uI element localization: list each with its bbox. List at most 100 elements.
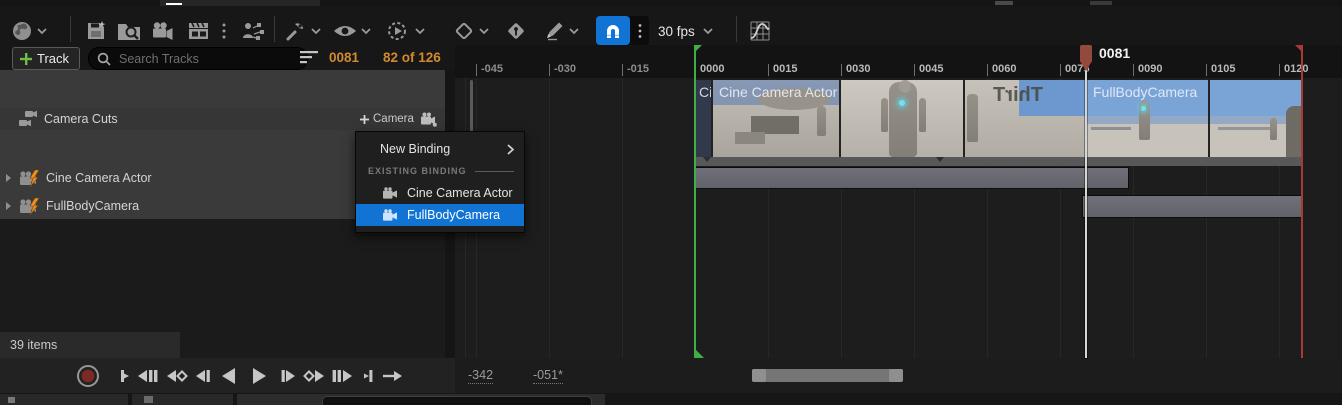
fullbodycamera-section[interactable] bbox=[1082, 195, 1303, 218]
scrollbar-left-cap[interactable] bbox=[752, 369, 766, 382]
expand-caret-icon[interactable] bbox=[6, 202, 11, 210]
camera-cuts-section-bar[interactable] bbox=[696, 157, 1302, 166]
camera-icon bbox=[382, 187, 399, 200]
end-marker-flag bbox=[1295, 45, 1301, 51]
playback-options-icon[interactable] bbox=[386, 19, 425, 43]
items-count-tab: 39 items bbox=[0, 332, 180, 358]
fps-dropdown[interactable]: 30 fps bbox=[658, 19, 713, 43]
curve-editor-icon[interactable] bbox=[748, 19, 772, 43]
scene-cylinder bbox=[1286, 106, 1302, 157]
robot-arm bbox=[919, 98, 926, 132]
step-forward-button[interactable] bbox=[279, 362, 297, 390]
add-track-button[interactable]: Track bbox=[12, 47, 80, 70]
track-label: FullBodyCamera bbox=[46, 199, 139, 213]
auto-key-icon[interactable] bbox=[504, 19, 528, 43]
items-count-bar: 39 items bbox=[0, 330, 445, 358]
timeline-ruler[interactable]: -045 -030 -015 0000 0015 0030 0045 0060 … bbox=[455, 45, 1342, 78]
add-camera-button[interactable]: Camera bbox=[360, 113, 414, 125]
track-row-camera-cuts[interactable]: Camera Cuts Camera bbox=[0, 108, 445, 130]
playback-end-marker[interactable] bbox=[1301, 45, 1303, 358]
camera-cut-thumbnail[interactable] bbox=[1210, 80, 1302, 157]
menu-item-fullbodycamera[interactable]: FullBodyCamera bbox=[356, 204, 524, 226]
step-backward-button[interactable] bbox=[193, 362, 211, 390]
transport-controls bbox=[0, 358, 455, 393]
camera-binding-icon[interactable] bbox=[420, 112, 438, 127]
horizontal-scrollbar[interactable] bbox=[752, 369, 903, 382]
robot-chest-glow bbox=[1141, 106, 1146, 111]
robot-figure bbox=[1270, 118, 1277, 140]
current-frame-display[interactable]: 0081 bbox=[329, 50, 359, 65]
actor-sequence-icon[interactable] bbox=[240, 19, 266, 43]
play-reverse-button[interactable] bbox=[219, 362, 239, 390]
tools-icon[interactable] bbox=[284, 19, 321, 43]
scrollbar-right-cap[interactable] bbox=[889, 369, 903, 382]
set-start-time-button[interactable] bbox=[117, 362, 131, 390]
start-marker-flag bbox=[696, 350, 704, 358]
jump-to-next-shot-button[interactable] bbox=[331, 362, 355, 390]
bottom-search-box[interactable] bbox=[322, 396, 592, 405]
scene-detail bbox=[1218, 127, 1270, 130]
menu-item-new-binding[interactable]: New Binding bbox=[356, 138, 524, 160]
save-icon[interactable] bbox=[84, 19, 108, 43]
camera-binding-menu: New Binding EXISTING BINDING Cine Camera… bbox=[355, 131, 525, 233]
keyframe-options-icon[interactable] bbox=[452, 19, 489, 43]
camera-icon bbox=[382, 209, 399, 222]
snap-icon[interactable] bbox=[596, 16, 630, 45]
expand-caret-icon[interactable] bbox=[6, 174, 11, 182]
toolbar-separator bbox=[70, 16, 71, 42]
ease-marker bbox=[703, 157, 711, 162]
set-end-time-button[interactable] bbox=[361, 362, 375, 390]
submenu-chevron-icon bbox=[507, 144, 514, 155]
toolbar-separator bbox=[736, 16, 737, 42]
search-tracks-input[interactable] bbox=[117, 51, 299, 67]
bottom-panel-icon bbox=[144, 396, 153, 403]
snap-options-icon[interactable] bbox=[630, 16, 649, 45]
jump-to-previous-shot-button[interactable] bbox=[135, 362, 159, 390]
robot-figure bbox=[967, 94, 978, 142]
render-movie-icon[interactable] bbox=[186, 19, 212, 43]
playback-start-marker[interactable] bbox=[694, 45, 696, 358]
ruler-tick: 0000 bbox=[700, 63, 724, 75]
search-tracks-box bbox=[88, 47, 308, 70]
previous-keyframe-button[interactable] bbox=[164, 362, 188, 390]
timeline-footer: -342 -051* bbox=[455, 358, 1342, 393]
record-button[interactable] bbox=[75, 362, 101, 390]
camera-cut-thumbnail[interactable]: FullBodyCamera bbox=[1087, 80, 1210, 157]
play-button[interactable] bbox=[249, 362, 269, 390]
working-range-end-field[interactable]: -051* bbox=[533, 368, 563, 384]
ruler-tick: 0030 bbox=[846, 63, 870, 75]
filter-icon[interactable] bbox=[300, 51, 318, 64]
cine-camera-actor-section[interactable] bbox=[695, 167, 1129, 189]
sequencer-toolbar: 30 fps bbox=[0, 6, 1342, 45]
ruler-tick: 0090 bbox=[1138, 63, 1162, 75]
browse-icon[interactable] bbox=[116, 19, 142, 43]
next-keyframe-button[interactable] bbox=[303, 362, 327, 390]
view-options-icon[interactable] bbox=[332, 19, 371, 43]
robot-arm bbox=[881, 98, 888, 132]
scene-floor-patch bbox=[735, 132, 765, 144]
tab-remnant-icon bbox=[1090, 1, 1112, 5]
working-range-start-field[interactable]: -342 bbox=[468, 368, 493, 384]
more-options-icon[interactable] bbox=[220, 19, 228, 43]
playhead-frame-label: 0081 bbox=[1099, 45, 1130, 61]
fps-label: 30 fps bbox=[658, 24, 695, 39]
track-label: Cine Camera Actor bbox=[46, 171, 152, 185]
outliner-empty-area bbox=[0, 219, 445, 330]
camera-cuts-label: Camera Cuts bbox=[44, 112, 118, 126]
playhead-line[interactable] bbox=[1085, 50, 1087, 358]
playback-mode-arrow-icon[interactable] bbox=[381, 362, 403, 390]
ruler-tick: 0105 bbox=[1211, 63, 1235, 75]
world-icon[interactable] bbox=[10, 19, 47, 43]
bottom-panel-tile[interactable] bbox=[0, 394, 128, 405]
mark-frame-icon[interactable] bbox=[542, 19, 579, 43]
ruler-tick: -015 bbox=[627, 63, 649, 75]
snap-group bbox=[596, 16, 649, 45]
toolbar-separator bbox=[274, 16, 275, 42]
camera-cut-thumbnail[interactable]: Cine Camera Actor bbox=[713, 80, 841, 157]
robot-chest-glow bbox=[899, 100, 905, 106]
camera-cut-thumbnail[interactable] bbox=[841, 80, 965, 157]
camera-cut-clip-start-sliver[interactable]: Cine Camera Actor bbox=[696, 80, 713, 157]
menu-item-cine-camera-actor[interactable]: Cine Camera Actor bbox=[356, 182, 524, 204]
create-camera-icon[interactable] bbox=[150, 19, 176, 43]
camera-cut-thumbnail[interactable]: ThirT bbox=[965, 80, 1087, 157]
